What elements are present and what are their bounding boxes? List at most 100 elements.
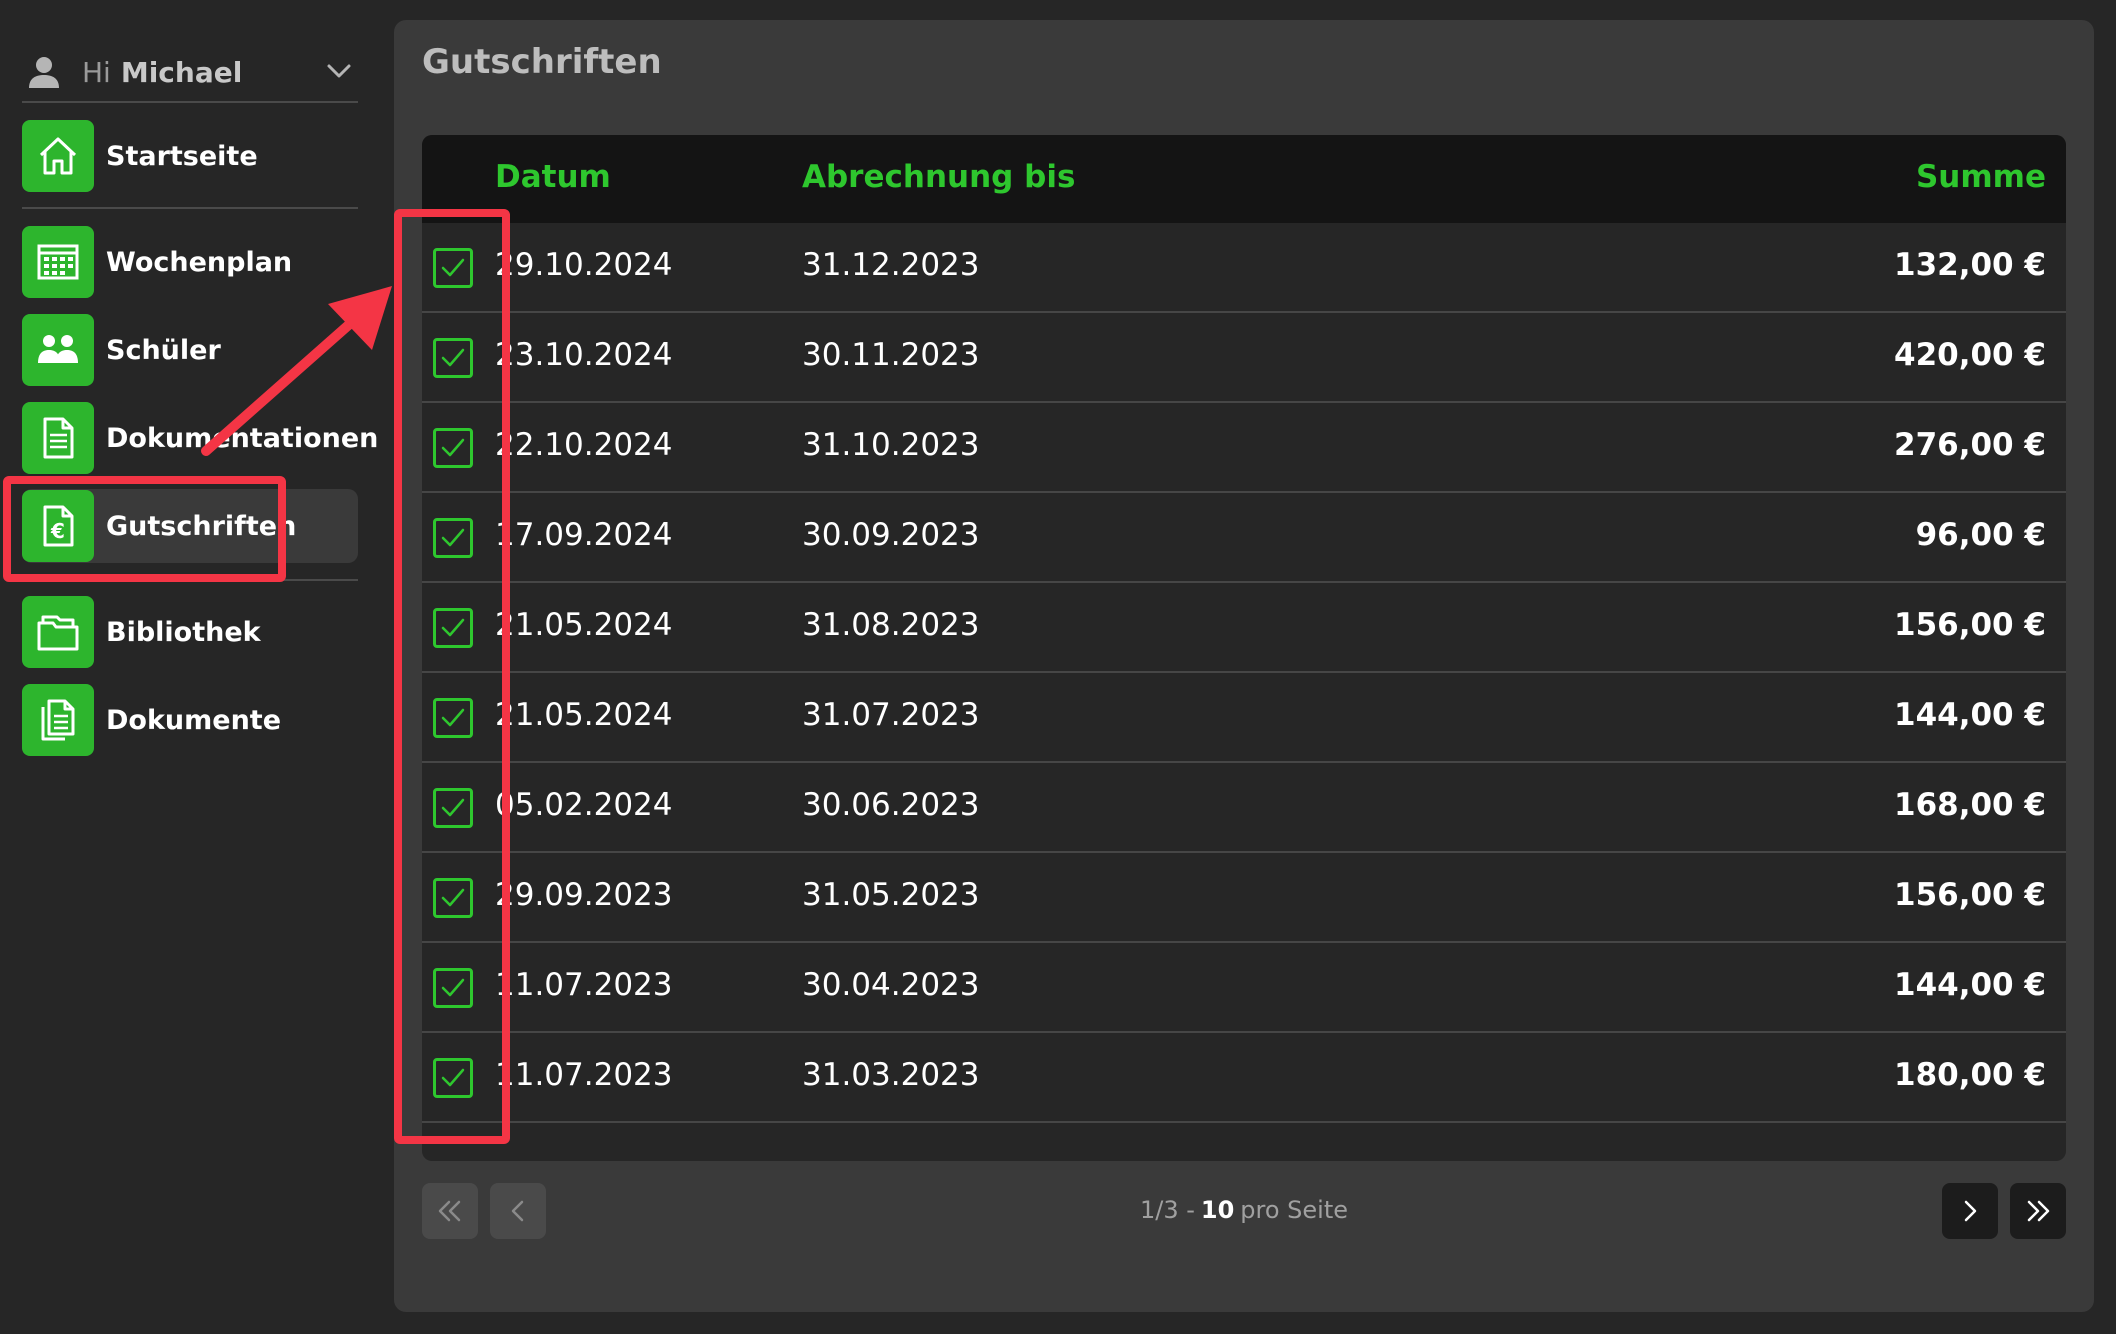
cell-summe: 420,00 € (1894, 337, 2046, 373)
user-name: Michael (120, 55, 243, 89)
checkmark-icon (441, 1068, 465, 1087)
cell-datum: 23.10.2024 (495, 337, 673, 373)
checkmark-icon (441, 798, 465, 817)
per-page-label: pro Seite (1240, 1196, 1349, 1224)
table-row[interactable]: 11.07.2023 31.03.2023 180,00 € (422, 1033, 2066, 1123)
cell-datum: 29.09.2023 (495, 877, 673, 913)
main-panel: Gutschriften Datum Abrechnung bis Summe … (394, 20, 2094, 1312)
cell-abrechnung: 31.08.2023 (802, 607, 980, 643)
calendar-grid-icon (37, 244, 79, 280)
checkmark-icon (441, 618, 465, 637)
table-row[interactable]: 29.10.2024 31.12.2023 132,00 € (422, 223, 2066, 313)
row-checkbox[interactable] (433, 338, 473, 378)
cell-datum: 22.10.2024 (495, 427, 673, 463)
next-page-button[interactable] (1942, 1183, 1998, 1239)
nav-label: Gutschriften (106, 510, 297, 542)
row-checkbox[interactable] (433, 878, 473, 918)
nav-label: Bibliothek (106, 616, 261, 648)
chevron-down-icon[interactable] (324, 56, 354, 86)
table-row[interactable]: 22.10.2024 31.10.2023 276,00 € (422, 403, 2066, 493)
nav-item-dokumentationen[interactable]: Dokumentationen (22, 401, 378, 475)
page-title: Gutschriften (422, 42, 662, 82)
column-header-abrechnung[interactable]: Abrechnung bis (802, 159, 1075, 195)
sidebar: Hi Michael Startseite Wochenplan Schüler… (0, 0, 380, 1334)
cell-summe: 168,00 € (1894, 787, 2046, 823)
nav-label: Dokumentationen (106, 422, 379, 454)
table-row[interactable]: 29.09.2023 31.05.2023 156,00 € (422, 853, 2066, 943)
cell-summe: 132,00 € (1894, 247, 2046, 283)
cell-abrechnung: 30.04.2023 (802, 967, 980, 1003)
user-greeting: Hi (82, 55, 111, 89)
cell-abrechnung: 31.07.2023 (802, 697, 980, 733)
credits-table: Datum Abrechnung bis Summe 29.10.2024 31.… (422, 135, 2066, 1161)
page-indicator: 1/3 - (1139, 1196, 1195, 1224)
row-checkbox[interactable] (433, 518, 473, 558)
documentation-icon (43, 417, 74, 459)
pagination-info: 1/3 -10 pro Seite (394, 1196, 2094, 1224)
table-row[interactable]: 21.05.2024 31.07.2023 144,00 € (422, 673, 2066, 763)
row-checkbox[interactable] (433, 968, 473, 1008)
cell-abrechnung: 31.12.2023 (802, 247, 980, 283)
per-page-select[interactable]: 10 (1201, 1196, 1234, 1224)
divider (22, 207, 358, 209)
nav-label: Schüler (106, 334, 221, 366)
cell-abrechnung: 30.09.2023 (802, 517, 980, 553)
user-menu[interactable]: Hi Michael (22, 42, 358, 102)
cell-datum: 29.10.2024 (495, 247, 673, 283)
cell-datum: 11.07.2023 (495, 967, 673, 1003)
documents-icon (41, 699, 75, 741)
table-row[interactable]: 11.07.2023 30.04.2023 144,00 € (422, 943, 2066, 1033)
cell-datum: 05.02.2024 (495, 787, 673, 823)
folder-icon (37, 615, 79, 651)
column-header-summe[interactable]: Summe (1916, 159, 2046, 195)
column-header-datum[interactable]: Datum (495, 159, 611, 195)
svg-text:€: € (50, 519, 65, 543)
double-chevron-right-icon (2027, 1200, 2050, 1222)
nav-item-bibliothek[interactable]: Bibliothek (22, 595, 358, 669)
checkmark-icon (441, 438, 465, 457)
nav-item-gutschriften[interactable]: € Gutschriften (22, 489, 358, 563)
table-row[interactable]: 21.05.2024 31.08.2023 156,00 € (422, 583, 2066, 673)
cell-datum: 17.09.2024 (495, 517, 673, 553)
nav-item-startseite[interactable]: Startseite (22, 119, 358, 193)
cell-abrechnung: 30.06.2023 (802, 787, 980, 823)
table-header: Datum Abrechnung bis Summe (422, 135, 2066, 223)
cell-summe: 144,00 € (1894, 697, 2046, 733)
cell-abrechnung: 31.10.2023 (802, 427, 980, 463)
divider (22, 101, 358, 103)
home-icon (39, 137, 77, 175)
cell-abrechnung: 31.05.2023 (802, 877, 980, 913)
nav-label: Dokumente (106, 704, 282, 736)
checkmark-icon (441, 978, 465, 997)
cell-abrechnung: 30.11.2023 (802, 337, 980, 373)
row-checkbox[interactable] (433, 428, 473, 468)
cell-abrechnung: 31.03.2023 (802, 1057, 980, 1093)
cell-datum: 21.05.2024 (495, 697, 673, 733)
cell-summe: 96,00 € (1915, 517, 2046, 553)
checkmark-icon (441, 528, 465, 547)
nav-item-dokumente[interactable]: Dokumente (22, 683, 358, 757)
nav-label: Wochenplan (106, 246, 293, 278)
cell-summe: 156,00 € (1894, 607, 2046, 643)
row-checkbox[interactable] (433, 248, 473, 288)
row-checkbox[interactable] (433, 1058, 473, 1098)
table-row[interactable]: 17.09.2024 30.09.2023 96,00 € (422, 493, 2066, 583)
checkmark-icon (441, 258, 465, 277)
row-checkbox[interactable] (433, 608, 473, 648)
chevron-right-icon (1964, 1200, 1977, 1222)
user-icon (29, 57, 59, 88)
cell-datum: 11.07.2023 (495, 1057, 673, 1093)
row-checkbox[interactable] (433, 788, 473, 828)
cell-datum: 21.05.2024 (495, 607, 673, 643)
checkmark-icon (441, 888, 465, 907)
table-row[interactable]: 23.10.2024 30.11.2023 420,00 € (422, 313, 2066, 403)
nav-item-wochenplan[interactable]: Wochenplan (22, 225, 358, 299)
row-checkbox[interactable] (433, 698, 473, 738)
nav-label: Startseite (106, 140, 258, 172)
divider (22, 579, 358, 581)
table-row[interactable]: 05.02.2024 30.06.2023 168,00 € (422, 763, 2066, 853)
checkmark-icon (441, 348, 465, 367)
nav-item-schueler[interactable]: Schüler (22, 313, 358, 387)
last-page-button[interactable] (2010, 1183, 2066, 1239)
checkmark-icon (441, 708, 465, 727)
